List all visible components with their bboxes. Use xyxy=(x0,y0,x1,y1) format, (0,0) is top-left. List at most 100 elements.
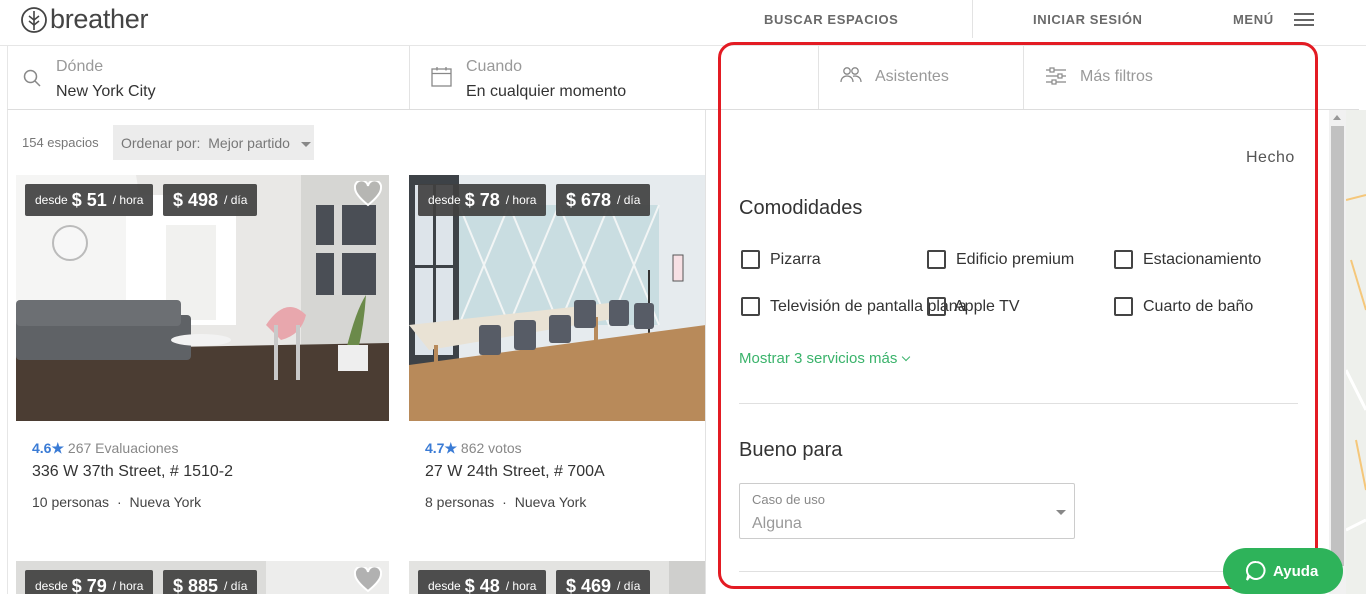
sort-dropdown[interactable]: Ordenar por: Mejor partido xyxy=(113,125,314,160)
price-from-label: desde xyxy=(428,579,461,593)
when-label: Cuando xyxy=(466,58,523,75)
result-count: 154 espacios xyxy=(22,135,99,150)
amenity-premium-building-checkbox[interactable]: Edificio premium xyxy=(927,250,1074,269)
use-case-value: Alguna xyxy=(752,515,802,532)
amenity-bathroom-checkbox[interactable]: Cuarto de baño xyxy=(1114,297,1253,316)
menu-link[interactable]: MENÚ xyxy=(1233,12,1274,27)
daily-unit: / día xyxy=(224,193,248,207)
amenity-label: Cuarto de baño xyxy=(1143,297,1254,315)
daily-price-tag: $ 678 / día xyxy=(556,184,651,216)
daily-unit: / día xyxy=(224,579,248,593)
help-label: Ayuda xyxy=(1273,562,1319,580)
scroll-thumb[interactable] xyxy=(1331,126,1344,566)
people-icon xyxy=(840,67,862,83)
checkbox-box[interactable] xyxy=(927,250,946,269)
use-case-label: Caso de uso xyxy=(752,492,825,507)
attendees-label: Asistentes xyxy=(875,68,949,85)
more-filters-label: Más filtros xyxy=(1080,68,1153,85)
where-value: New York City xyxy=(56,83,156,100)
show-more-amenities-link[interactable]: Mostrar 3 servicios más xyxy=(739,350,911,367)
hourly-price: $ 48 xyxy=(464,575,500,594)
price-from-label: desde xyxy=(35,193,68,207)
nav-divider xyxy=(972,0,973,38)
city: Nueva York xyxy=(514,494,587,510)
hourly-price: $ 79 xyxy=(71,575,107,594)
capacity: 10 personas xyxy=(32,494,110,510)
amenity-whiteboard-checkbox[interactable]: Pizarra xyxy=(741,250,821,269)
daily-price-tag: $ 498 / día xyxy=(163,184,258,216)
daily-price: $ 498 xyxy=(173,189,219,210)
rating: 4.7★ 862 votos xyxy=(425,440,522,457)
star-icon: ★ xyxy=(444,440,458,456)
sort-value: Mejor partido xyxy=(208,135,290,151)
use-case-select[interactable]: Caso de uso Alguna xyxy=(739,483,1075,539)
when-value: En cualquier momento xyxy=(466,83,627,100)
hourly-price: $ 78 xyxy=(464,189,500,210)
search-icon xyxy=(23,69,41,87)
section-divider xyxy=(739,403,1298,404)
amenity-label: Pizarra xyxy=(770,250,821,268)
heart-icon[interactable] xyxy=(354,567,382,593)
hourly-unit: / hora xyxy=(505,579,537,593)
section-divider xyxy=(739,571,1298,572)
daily-price: $ 885 xyxy=(173,575,219,594)
daily-price: $ 469 xyxy=(566,575,612,594)
more-filters-button[interactable]: Más filtros xyxy=(1024,46,1344,109)
scroll-up-arrow-icon[interactable] xyxy=(1333,115,1341,120)
capacity: 8 personas xyxy=(425,494,495,510)
caret-down-icon xyxy=(1056,510,1066,515)
tree-logo-icon xyxy=(21,6,47,33)
map-edge[interactable] xyxy=(1346,110,1366,594)
chat-bubble-icon xyxy=(1246,561,1266,581)
amenity-parking-checkbox[interactable]: Estacionamiento xyxy=(1114,250,1261,269)
review-count: 862 votos xyxy=(460,440,522,456)
price-from-label: desde xyxy=(35,579,68,593)
chevron-down-icon xyxy=(902,352,911,362)
checkbox-box[interactable] xyxy=(741,250,760,269)
search-spaces-link[interactable]: BUSCAR ESPACIOS xyxy=(764,12,898,27)
help-button[interactable]: Ayuda xyxy=(1223,548,1343,594)
space-address[interactable]: 27 W 24th Street, # 700A xyxy=(425,463,605,481)
daily-unit: / día xyxy=(617,193,641,207)
hamburger-icon[interactable] xyxy=(1294,13,1314,26)
listing-panel: 154 espacios Ordenar por: Mejor partido xyxy=(7,110,705,594)
checkbox-box[interactable] xyxy=(1114,250,1133,269)
hourly-unit: / hora xyxy=(505,193,537,207)
breather-logo[interactable]: breather xyxy=(20,4,148,35)
space-meta: 10 personas · Nueva York xyxy=(32,494,201,510)
checkbox-box[interactable] xyxy=(741,297,760,316)
where-field[interactable]: Dónde New York City xyxy=(8,46,409,109)
checkbox-box[interactable] xyxy=(1114,297,1133,316)
space-address[interactable]: 336 W 37th Street, # 1510-2 xyxy=(32,463,233,481)
sliders-icon xyxy=(1046,67,1066,85)
good-for-title: Bueno para xyxy=(739,439,843,461)
hourly-price: $ 51 xyxy=(71,189,107,210)
hourly-price-tag: desde $ 51 / hora xyxy=(25,184,154,216)
daily-price: $ 678 xyxy=(566,189,612,210)
hourly-price-tag: desde $ 78 / hora xyxy=(418,184,547,216)
rating-score: 4.7 xyxy=(425,440,445,456)
top-header: breather BUSCAR ESPACIOS INICIAR SESIÓN … xyxy=(0,0,1366,46)
heart-icon[interactable] xyxy=(354,181,382,207)
when-field[interactable]: Cuando En cualquier momento xyxy=(410,46,818,109)
panel-scrollbar[interactable] xyxy=(1329,110,1346,594)
daily-price-tag: $ 885 / día xyxy=(163,570,258,594)
checkbox-box[interactable] xyxy=(927,297,946,316)
caret-down-icon xyxy=(300,141,311,147)
sort-label: Ordenar por: xyxy=(121,135,201,151)
hourly-price-tag: desde $ 48 / hora xyxy=(418,570,547,594)
hourly-price-tag: desde $ 79 / hora xyxy=(25,570,154,594)
star-icon: ★ xyxy=(51,440,65,456)
attendees-filter[interactable]: Asistentes xyxy=(819,46,1023,109)
show-more-label: Mostrar 3 servicios más xyxy=(739,350,898,367)
amenity-label: Estacionamiento xyxy=(1143,250,1262,268)
rating: 4.6★ 267 Evaluaciones xyxy=(32,440,178,457)
done-button[interactable]: Hecho xyxy=(1246,149,1295,167)
where-label: Dónde xyxy=(56,58,104,75)
amenity-apple-tv-checkbox[interactable]: Apple TV xyxy=(927,297,1020,316)
rating-score: 4.6 xyxy=(32,440,52,456)
space-meta: 8 personas · Nueva York xyxy=(425,494,586,510)
calendar-icon xyxy=(431,67,452,87)
price-from-label: desde xyxy=(428,193,461,207)
login-link[interactable]: INICIAR SESIÓN xyxy=(1033,12,1143,27)
